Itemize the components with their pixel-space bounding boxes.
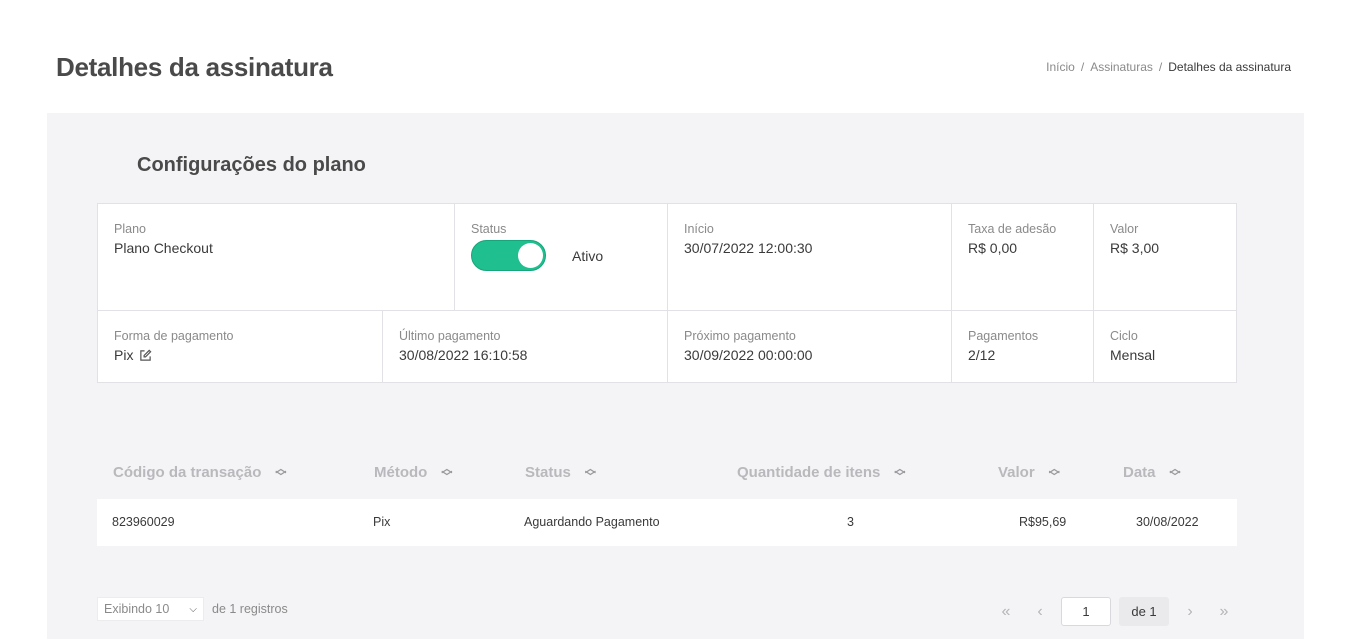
first-page-icon[interactable]: «: [993, 603, 1019, 621]
taxa-value: R$ 0,00: [968, 240, 1018, 256]
column-header-quantidade[interactable]: Quantidade de itens ︿ ﹀: [737, 463, 905, 482]
status-toggle[interactable]: [471, 240, 546, 271]
page-size-control: Exibindo 10 ⌵ de 1 registros: [97, 597, 288, 621]
sort-icon[interactable]: ︿ ﹀: [894, 463, 905, 482]
inicio-value: 30/07/2022 12:00:30: [684, 240, 813, 256]
cell-pagamentos: Pagamentos 2/12: [952, 311, 1094, 383]
sort-icon[interactable]: ︿ ﹀: [441, 463, 452, 482]
ciclo-value: Mensal: [1110, 347, 1156, 363]
proximo-label: Próximo pagamento: [684, 329, 796, 343]
forma-label: Forma de pagamento: [114, 329, 234, 343]
column-header-data[interactable]: Data ︿ ﹀: [1123, 463, 1181, 482]
breadcrumb-separator: /: [1158, 60, 1163, 74]
cell-status: Status Ativo: [455, 204, 668, 311]
column-label: Valor: [998, 464, 1035, 481]
forma-value: Pix: [114, 347, 134, 363]
sort-icon[interactable]: ︿ ﹀: [585, 463, 596, 482]
sort-icon[interactable]: ︿ ﹀: [1049, 463, 1060, 482]
cell-ultimo-pagamento: Último pagamento 30/08/2022 16:10:58: [383, 311, 668, 383]
cell-status: Aguardando Pagamento: [524, 515, 660, 529]
taxa-label: Taxa de adesão: [968, 222, 1057, 236]
cell-proximo-pagamento: Próximo pagamento 30/09/2022 00:00:00: [668, 311, 952, 383]
breadcrumb-link-assinaturas[interactable]: Assinaturas: [1090, 60, 1153, 74]
total-pages: de 1: [1119, 597, 1169, 626]
column-label: Data: [1123, 464, 1156, 481]
valor-label: Valor: [1110, 222, 1139, 236]
column-header-status[interactable]: Status ︿ ﹀: [525, 463, 596, 482]
inicio-label: Início: [684, 222, 714, 236]
table-header: Código da transação ︿ ﹀ Método ︿ ﹀ Status …: [97, 446, 1237, 498]
status-value: Ativo: [572, 247, 604, 264]
cell-plano: Plano Plano Checkout: [98, 204, 455, 311]
column-label: Código da transação: [113, 464, 262, 481]
ciclo-label: Ciclo: [1110, 329, 1138, 343]
pagamentos-label: Pagamentos: [968, 329, 1039, 343]
page-size-select[interactable]: Exibindo 10 ⌵: [97, 597, 204, 621]
column-header-metodo[interactable]: Método ︿ ﹀: [374, 463, 452, 482]
chevron-down-icon: ⌵: [189, 603, 197, 615]
cell-inicio: Início 30/07/2022 12:00:30: [668, 204, 952, 311]
last-page-icon[interactable]: »: [1211, 603, 1237, 621]
cell-quantidade: 3: [847, 515, 854, 529]
page-size-value: Exibindo 10: [104, 602, 170, 616]
transactions-table: Código da transação ︿ ﹀ Método ︿ ﹀ Status …: [97, 446, 1237, 546]
column-label: Status: [525, 464, 571, 481]
proximo-value: 30/09/2022 00:00:00: [684, 347, 813, 363]
column-header-valor[interactable]: Valor ︿ ﹀: [998, 463, 1060, 482]
plano-label: Plano: [114, 222, 146, 236]
prev-page-icon[interactable]: ‹: [1027, 603, 1053, 621]
breadcrumb-separator: /: [1080, 60, 1085, 74]
records-count: de 1 registros: [212, 602, 288, 616]
toggle-knob: [518, 243, 543, 268]
cell-valor: Valor R$ 3,00: [1094, 204, 1237, 311]
pagination: « ‹ 1 de 1 › »: [993, 597, 1237, 626]
valor-value: R$ 3,00: [1110, 240, 1160, 256]
sort-icon[interactable]: ︿ ﹀: [275, 463, 286, 482]
breadcrumb-current: Detalhes da assinatura: [1168, 60, 1291, 74]
cell-metodo: Pix: [373, 515, 391, 529]
breadcrumb-link-inicio[interactable]: Início: [1046, 60, 1075, 74]
plano-value: Plano Checkout: [114, 240, 213, 256]
column-label: Quantidade de itens: [737, 464, 881, 481]
table-row[interactable]: 823960029 Pix Aguardando Pagamento 3 R$9…: [97, 499, 1237, 546]
cell-data: 30/08/2022: [1136, 515, 1199, 529]
column-label: Método: [374, 464, 428, 481]
ultimo-label: Último pagamento: [399, 329, 501, 343]
section-title: Configurações do plano: [137, 154, 366, 176]
plan-config-grid: Plano Plano Checkout Status Ativo Início…: [97, 203, 1237, 383]
page-title: Detalhes da assinatura: [56, 52, 333, 82]
content-panel: Configurações do plano Plano Plano Check…: [47, 113, 1304, 639]
next-page-icon[interactable]: ›: [1177, 603, 1203, 621]
cell-codigo: 823960029: [112, 515, 175, 529]
page-number-input[interactable]: 1: [1061, 597, 1111, 626]
ultimo-value: 30/08/2022 16:10:58: [399, 347, 528, 363]
cell-valor: R$95,69: [1019, 515, 1067, 529]
cell-ciclo: Ciclo Mensal: [1094, 311, 1237, 383]
cell-forma-pagamento: Forma de pagamento Pix: [98, 311, 383, 383]
sort-icon[interactable]: ︿ ﹀: [1170, 463, 1181, 482]
edit-icon[interactable]: [139, 349, 152, 362]
pagamentos-value: 2/12: [968, 347, 996, 363]
breadcrumb: Início / Assinaturas / Detalhes da assin…: [1046, 60, 1291, 74]
status-label: Status: [471, 222, 507, 236]
cell-taxa: Taxa de adesão R$ 0,00: [952, 204, 1094, 311]
column-header-codigo[interactable]: Código da transação ︿ ﹀: [113, 463, 286, 482]
